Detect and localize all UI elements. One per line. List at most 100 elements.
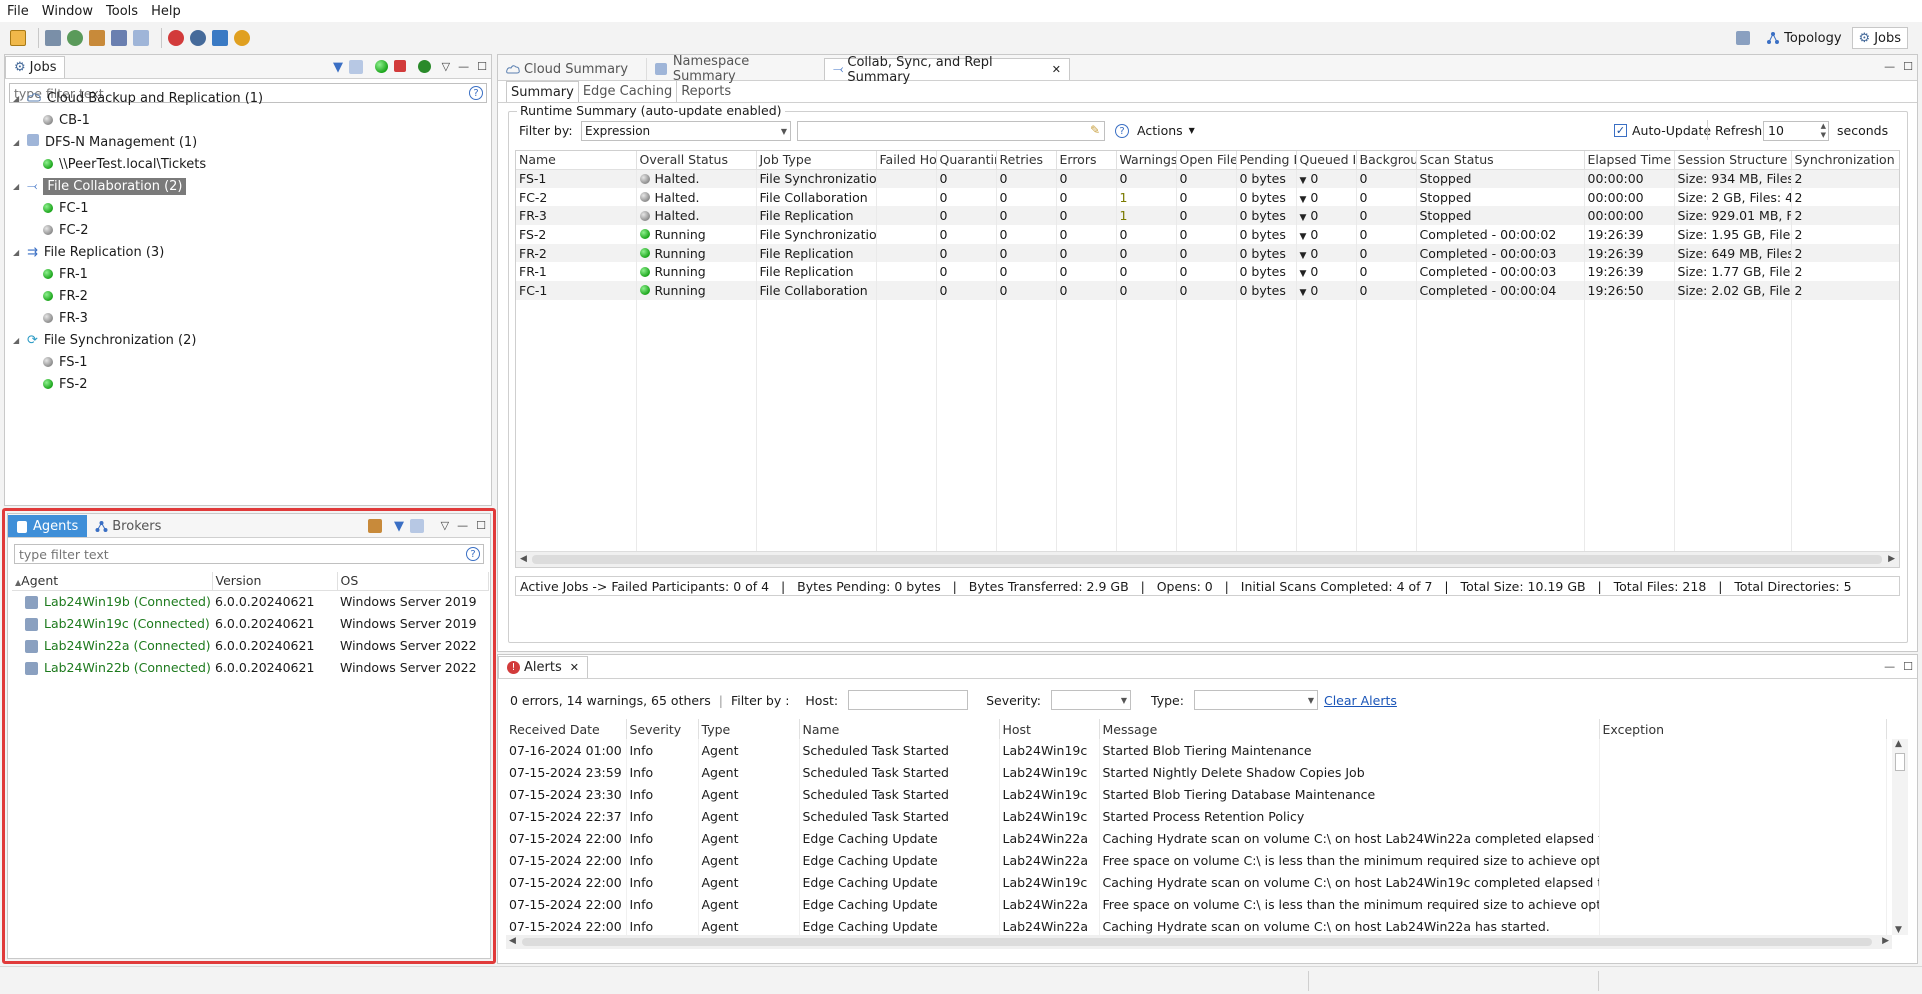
filter-icon[interactable]: ▼ (333, 60, 343, 75)
alerts-column-header[interactable]: Type (698, 719, 800, 739)
column-version[interactable]: Version (212, 572, 338, 590)
view-menu-icon[interactable]: ▽ (442, 60, 450, 73)
runtime-column-header[interactable]: Pending I (1236, 151, 1297, 170)
minimize-icon[interactable]: — (458, 60, 469, 73)
scrollbar-thumb[interactable] (532, 555, 1882, 564)
view-menu-icon[interactable]: ▽ (441, 519, 449, 532)
agent-row[interactable]: Lab24Win22b (Connected) 6.0.0.20240621 Win… (12, 656, 488, 678)
tab-alerts[interactable]: ! Alerts ✕ (498, 656, 588, 678)
runtime-column-header[interactable]: Failed Ho (876, 151, 937, 170)
tree-job-item[interactable]: CB-1 (43, 111, 90, 129)
runtime-column-header[interactable]: Scan Status (1416, 151, 1585, 170)
runtime-row[interactable]: FC-1 Running File Collaboration 0 0 0 0 0 0 byte… (516, 281, 1899, 300)
scroll-right-icon[interactable]: ▶ (1888, 554, 1895, 564)
queued-expand-icon[interactable]: ▼ (1300, 232, 1307, 242)
alerts-column-header[interactable]: Exception (1599, 719, 1887, 739)
alert-row[interactable]: 07-16-2024 01:00 Info Agent Scheduled Task … (506, 739, 1887, 761)
runtime-row[interactable]: FR-3 Halted. File Replication 0 0 0 1 0 0 bytes ▼… (516, 206, 1899, 226)
tab-cloud-summary[interactable]: Cloud Summary (498, 58, 646, 80)
actions-menu[interactable]: Actions ▼ (1137, 123, 1195, 138)
alert-icon[interactable] (168, 30, 184, 46)
alert-row[interactable]: 07-15-2024 22:37 Info Agent Scheduled Task … (506, 805, 1887, 827)
alerts-column-header[interactable]: Name (799, 719, 1000, 739)
runtime-column-header[interactable]: Elapsed Time (1584, 151, 1675, 170)
tree-group[interactable]: ◢ ⟳ File Synchronization (2) (13, 331, 196, 349)
refresh-interval-stepper[interactable]: 10 ▲ ▼ (1763, 121, 1829, 141)
runtime-column-header[interactable]: Job Type (756, 151, 877, 170)
runtime-column-header[interactable]: Warnings (1116, 151, 1177, 170)
agent-row[interactable]: Lab24Win19c (Connected) 6.0.0.20240621 Win… (12, 612, 488, 634)
globe-icon[interactable] (67, 30, 83, 46)
alerts-horizontal-scrollbar[interactable]: ◀ ▶ (506, 935, 1892, 949)
maximize-icon[interactable]: ☐ (476, 519, 486, 532)
tree-job-item[interactable]: FR-1 (43, 265, 88, 283)
column-os[interactable]: OS (337, 572, 489, 590)
maximize-icon[interactable]: ☐ (1903, 60, 1913, 73)
tree-job-item[interactable]: FC-1 (43, 199, 89, 217)
alert-row[interactable]: 07-15-2024 23:30 Info Agent Scheduled Task … (506, 783, 1887, 805)
menu-window[interactable]: Window (35, 4, 99, 19)
alerts-column-header[interactable]: Message (1099, 719, 1600, 739)
clear-alerts-link[interactable]: Clear Alerts (1324, 693, 1397, 708)
runtime-column-header[interactable]: Session Structure (1674, 151, 1792, 170)
runtime-column-header[interactable]: Errors (1056, 151, 1117, 170)
help-icon[interactable]: ? (469, 86, 483, 100)
tree-job-item[interactable]: FS-1 (43, 353, 87, 371)
agent-add-icon[interactable] (368, 519, 382, 533)
host-filter-input[interactable] (848, 690, 969, 710)
runtime-column-header[interactable]: Queued I (1296, 151, 1357, 170)
checklist-icon[interactable] (212, 30, 228, 46)
auto-update-toggle[interactable]: ✓ Auto-Update (1614, 123, 1711, 138)
queued-expand-icon[interactable]: ▼ (1300, 251, 1307, 261)
scroll-down-icon[interactable]: ▼ (1895, 925, 1902, 935)
column-agent[interactable]: ▲Agent (12, 572, 213, 590)
runtime-column-header[interactable]: Open File (1176, 151, 1237, 170)
refresh-icon[interactable] (234, 30, 250, 46)
agents-filter-input[interactable] (14, 544, 484, 564)
topology-perspective-button[interactable]: Topology (1760, 27, 1847, 49)
runtime-column-header[interactable]: Backgrou (1356, 151, 1417, 170)
tag-icon[interactable] (410, 519, 424, 533)
tag-icon[interactable] (133, 30, 149, 46)
filter-mode-select[interactable]: Expression ▼ (581, 121, 791, 141)
alert-row[interactable]: 07-15-2024 22:00 Info Agent Edge Caching Up… (506, 827, 1887, 849)
new-job-icon[interactable] (10, 30, 26, 46)
queued-expand-icon[interactable]: ▼ (1300, 269, 1307, 279)
tree-job-item[interactable]: FS-2 (43, 375, 87, 393)
scroll-left-icon[interactable]: ◀ (509, 936, 516, 946)
scroll-right-icon[interactable]: ▶ (1882, 936, 1889, 946)
maximize-icon[interactable]: ☐ (1903, 660, 1913, 673)
stepper-arrows-icon[interactable]: ▲ ▼ (1821, 122, 1826, 140)
tab-namespace-summary[interactable]: Namespace Summary (646, 54, 822, 84)
alert-row[interactable]: 07-15-2024 22:00 Info Agent Edge Caching Up… (506, 849, 1887, 871)
auto-update-checkbox[interactable]: ✓ (1614, 124, 1627, 137)
help-icon[interactable]: ? (466, 547, 480, 561)
tree-job-item[interactable]: FR-2 (43, 287, 88, 305)
runtime-row[interactable]: FR-2 Running File Replication 0 0 0 0 0 0 bytes ▼… (516, 243, 1899, 263)
agents-icon[interactable] (89, 30, 105, 46)
expand-toggle-icon[interactable]: ◢ (13, 182, 21, 191)
tab-collab-summary[interactable]: ⤙ Collab, Sync, and Repl Summary ✕ (824, 55, 1070, 85)
help-icon[interactable]: ? (1115, 124, 1129, 138)
tree-job-item[interactable]: \\PeerTest.local\Tickets (43, 155, 206, 173)
menu-file[interactable]: File (0, 4, 35, 19)
runtime-row[interactable]: FC-2 Halted. File Collaboration 0 0 0 1 0 0 byte… (516, 187, 1899, 207)
tree-group[interactable]: ◢ ⤙ File Collaboration (2) (13, 177, 187, 195)
scroll-up-icon[interactable]: ▲ (1895, 739, 1902, 749)
expand-toggle-icon[interactable]: ◢ (13, 336, 21, 345)
tree-job-item[interactable]: FC-2 (43, 221, 89, 239)
edit-expression-icon[interactable]: ✎ (1090, 123, 1100, 137)
runtime-row[interactable]: FS-2 Running File Synchronizatio 0 0 0 0 0 0 byt… (516, 225, 1899, 244)
tree-group[interactable]: ◢ ⇉ File Replication (3) (13, 243, 164, 261)
runtime-column-header[interactable]: Overall Status (636, 151, 757, 170)
network-icon[interactable] (111, 30, 127, 46)
minimize-icon[interactable]: — (1884, 660, 1895, 673)
runtime-column-header[interactable]: Quarantir (936, 151, 997, 170)
filter-expression-input[interactable]: ✎ (797, 121, 1105, 141)
severity-select[interactable]: ▼ (1051, 690, 1132, 710)
tab-reports[interactable]: Reports (677, 81, 735, 102)
alert-row[interactable]: 07-15-2024 23:59 Info Agent Scheduled Task … (506, 761, 1887, 783)
maximize-icon[interactable]: ☐ (477, 60, 487, 73)
expand-toggle-icon[interactable]: ◢ (13, 138, 21, 147)
queued-expand-icon[interactable]: ▼ (1300, 288, 1307, 298)
